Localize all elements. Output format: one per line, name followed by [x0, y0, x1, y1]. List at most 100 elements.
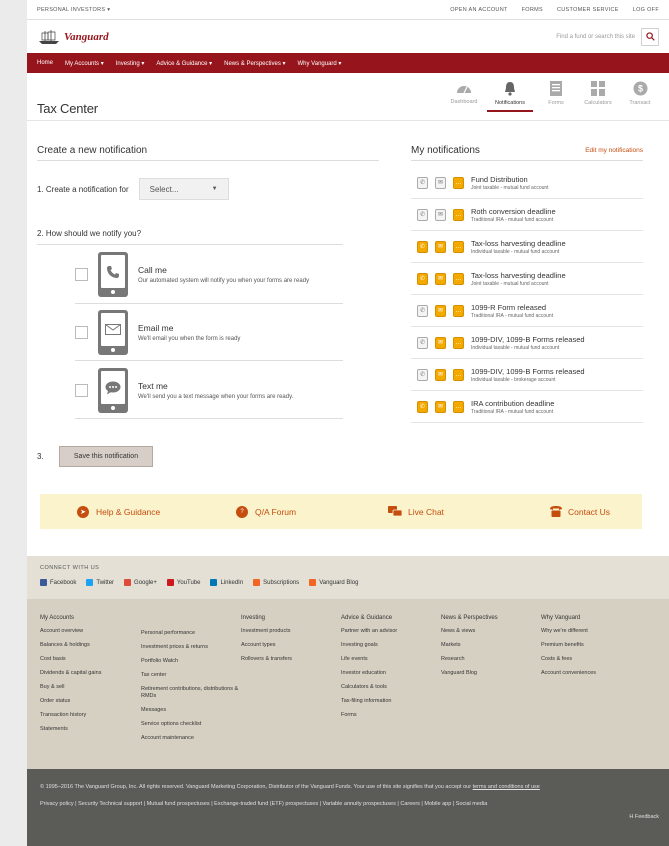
vanguard-blog-label: Vanguard Blog — [319, 579, 359, 586]
notification-text: Tax-loss harvesting deadline Individual t… — [471, 239, 566, 255]
text-icon: … — [453, 240, 464, 253]
phone-icon: ✆ — [417, 208, 428, 221]
footer-link[interactable]: Investor education — [341, 670, 441, 677]
help-guidance-link[interactable]: ➤ Help & Guidance — [77, 505, 160, 518]
notification-title: Fund Distribution — [471, 174, 528, 184]
footer-link[interactable]: Order status — [40, 698, 150, 705]
chat-bubble-icon — [105, 381, 121, 394]
google-plus-label: Google+ — [134, 579, 157, 586]
google-plus-link[interactable]: Google+ — [124, 579, 157, 586]
text-icon: … — [453, 176, 464, 189]
log-off-link[interactable]: LOG OFF — [633, 7, 659, 13]
notification-row[interactable]: ✆ ✉ … 1099-DIV, 1099-B Forms released Indivi… — [411, 359, 643, 391]
notification-row[interactable]: ✆ ✉ … Fund Distribution Joint taxable - mutu… — [411, 167, 643, 199]
youtube-label: YouTube — [176, 579, 201, 586]
footer-link[interactable]: Tax center — [141, 672, 251, 679]
qa-forum-link[interactable]: ? Q/A Forum — [236, 505, 296, 518]
tab-calculators[interactable]: Calculators — [579, 81, 617, 112]
footer-link[interactable]: Transaction history — [40, 712, 150, 719]
personal-investors-menu[interactable]: PERSONAL INVESTORS ▾ — [37, 7, 110, 13]
twitter-link[interactable]: Twitter — [86, 579, 114, 586]
nav-investing[interactable]: Investing ▾ — [116, 60, 145, 67]
footer-link[interactable]: Messages — [141, 707, 251, 714]
search-box[interactable]: Find a fund or search this site — [556, 27, 659, 46]
option-call-me: Call me Our automated system will notify… — [75, 246, 343, 303]
legal-links[interactable]: Privacy policy | Security Technical supp… — [40, 800, 560, 809]
vanguard-blog-link[interactable]: Vanguard Blog — [309, 579, 358, 586]
footer-link[interactable]: Buy & sell — [40, 684, 150, 691]
footer-link[interactable]: Service options checklist — [141, 721, 251, 728]
footer-link[interactable]: Account conveniences — [541, 670, 651, 677]
footer-link[interactable]: Dividends & capital gains — [40, 670, 150, 677]
search-button[interactable] — [641, 27, 659, 46]
footer-link[interactable]: Why we're different — [541, 628, 651, 635]
edit-notifications-link[interactable]: Edit my notifications — [585, 147, 643, 154]
notification-row[interactable]: ✆ ✉ … IRA contribution deadline Traditional … — [411, 391, 643, 423]
nav-why-vanguard[interactable]: Why Vanguard ▾ — [298, 60, 342, 67]
footer-link[interactable]: Premium benefits — [541, 642, 651, 649]
notification-row[interactable]: ✆ ✉ … Roth conversion deadline Traditional I… — [411, 199, 643, 231]
open-account-link[interactable]: OPEN AN ACCOUNT — [450, 7, 507, 13]
notification-subtitle: Traditional IRA - mutual fund account — [471, 408, 554, 415]
brand-bar: Vanguard Find a fund or search this site — [27, 20, 669, 53]
linkedin-link[interactable]: LinkedIn — [210, 579, 243, 586]
footer-link[interactable]: Investing goals — [341, 642, 441, 649]
footer-link[interactable]: Costs & fees — [541, 656, 651, 663]
footer-link[interactable]: Investment products — [241, 628, 331, 635]
footer-link[interactable]: News & views — [441, 628, 541, 635]
tab-transact[interactable]: $ Transact — [621, 81, 659, 112]
customer-service-link[interactable]: CUSTOMER SERVICE — [557, 7, 619, 13]
notification-row[interactable]: ✆ ✉ … Tax-loss harvesting deadline Individua… — [411, 231, 643, 263]
nav-news-perspectives[interactable]: News & Perspectives ▾ — [224, 60, 285, 67]
terms-link[interactable]: terms and conditions of use — [473, 784, 540, 790]
footer-link[interactable]: Cost basis — [40, 656, 150, 663]
footer-link[interactable]: Research — [441, 656, 541, 663]
tab-forms[interactable]: Forms — [537, 81, 575, 112]
nav-home[interactable]: Home — [37, 60, 53, 66]
footer-link[interactable]: Rollovers & transfers — [241, 656, 331, 663]
forms-link[interactable]: FORMS — [522, 7, 543, 13]
text-me-checkbox[interactable] — [75, 384, 88, 397]
footer-link[interactable]: Life events — [341, 656, 441, 663]
save-notification-button[interactable]: Save this notification — [59, 446, 153, 467]
email-me-checkbox[interactable] — [75, 326, 88, 339]
footer-link[interactable]: Vanguard Blog — [441, 670, 541, 677]
subscriptions-link[interactable]: Subscriptions — [253, 579, 299, 586]
text-me-desc: We'll send you a text message when your … — [138, 394, 294, 400]
tab-dashboard[interactable]: Dashboard — [445, 81, 483, 112]
footer-link[interactable]: Investment prices & returns — [141, 644, 251, 651]
footer-link[interactable]: Partner with an advisor — [341, 628, 441, 635]
footer-link[interactable]: Account maintenance — [141, 735, 251, 742]
notification-for-select[interactable]: Select... ▼ — [138, 178, 229, 200]
nav-advice-guidance[interactable]: Advice & Guidance ▾ — [156, 60, 212, 67]
facebook-link[interactable]: Facebook — [40, 579, 76, 586]
notification-title: IRA contribution deadline — [471, 398, 555, 408]
footer-link[interactable]: Markets — [441, 642, 541, 649]
notification-row[interactable]: ✆ ✉ … 1099-DIV, 1099-B Forms released Indivi… — [411, 327, 643, 359]
notification-row[interactable]: ✆ ✉ … 1099-R Form released Traditional IRA -… — [411, 295, 643, 327]
live-chat-link[interactable]: Live Chat — [388, 505, 444, 518]
footer-col-my-accounts: My Accounts Account overview Balances & h… — [40, 615, 150, 740]
footer-link[interactable]: Tax-filing information — [341, 698, 441, 705]
tab-notifications[interactable]: Notifications — [487, 81, 533, 112]
contact-us-link[interactable]: Contact Us — [550, 506, 610, 517]
footer-link[interactable]: Account types — [241, 642, 331, 649]
footer-link[interactable]: Forms — [341, 712, 441, 719]
footer-link[interactable]: Account overview — [40, 628, 150, 635]
footer-link[interactable]: Statements — [40, 726, 150, 733]
footer-link[interactable]: Retirement contributions, distributions … — [141, 686, 251, 700]
footer-link[interactable]: Portfolio Watch — [141, 658, 251, 665]
vanguard-logo[interactable]: Vanguard — [37, 29, 109, 45]
footer-link[interactable]: Personal performance — [141, 630, 251, 637]
connect-label: CONNECT WITH US — [40, 565, 100, 571]
nav-my-accounts[interactable]: My Accounts ▾ — [65, 60, 104, 67]
ship-icon — [39, 29, 59, 44]
footer-link[interactable]: Balances & holdings — [40, 642, 150, 649]
notification-text: 1099-DIV, 1099-B Forms released Individua… — [471, 367, 585, 383]
call-me-checkbox[interactable] — [75, 268, 88, 281]
footer-link[interactable]: Calculators & tools — [341, 684, 441, 691]
notification-row[interactable]: ✆ ✉ … Tax-loss harvesting deadline Joint tax… — [411, 263, 643, 295]
help-bar: ➤ Help & Guidance ? Q/A Forum Live Chat … — [40, 494, 642, 529]
youtube-link[interactable]: YouTube — [166, 579, 201, 586]
feedback-link[interactable]: H Feedback — [629, 813, 659, 822]
